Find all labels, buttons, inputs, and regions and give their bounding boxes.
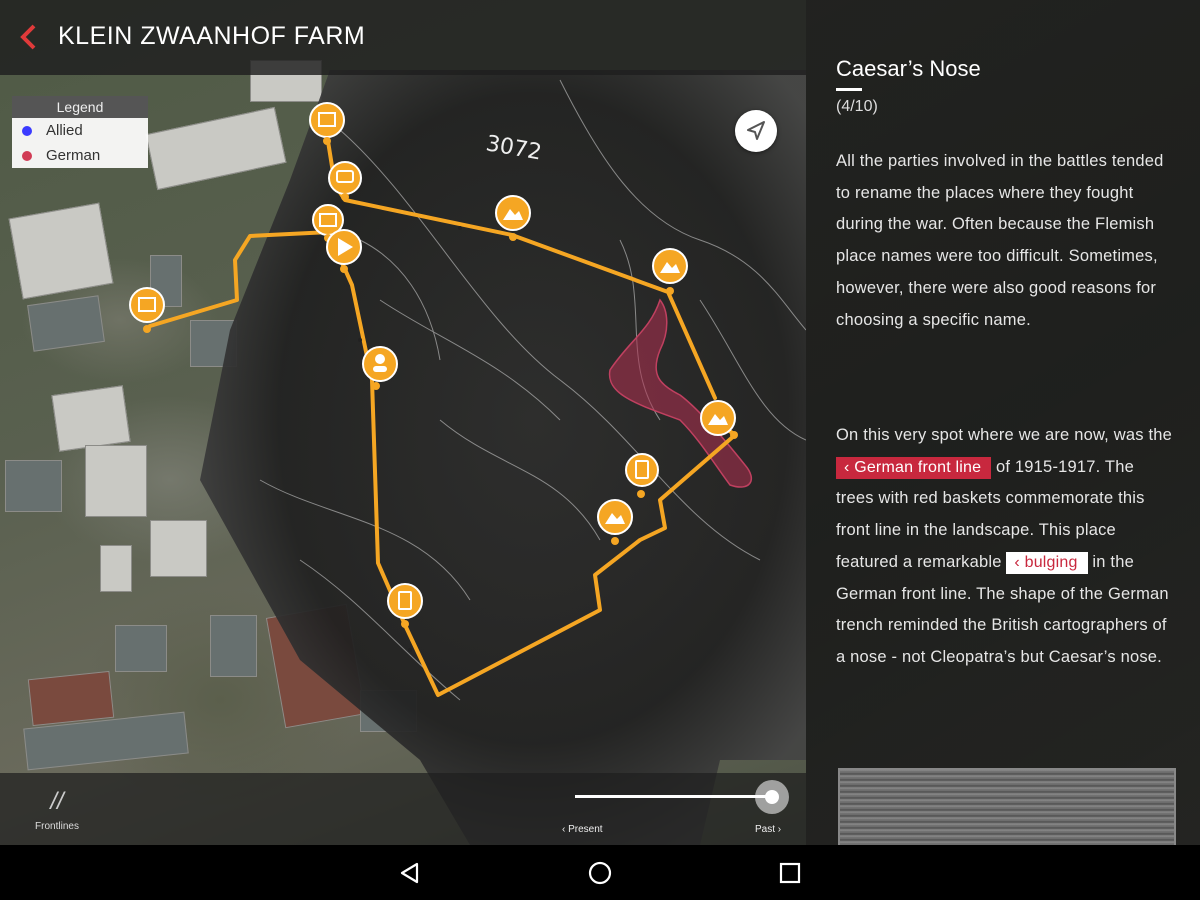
route-marker[interactable] <box>309 102 345 145</box>
route-marker[interactable] <box>129 287 165 333</box>
present-label: ‹ Present <box>562 824 603 835</box>
system-home-button[interactable] <box>586 859 614 887</box>
legend-label: Allied <box>46 122 83 139</box>
legend-title: Legend <box>12 96 148 118</box>
bulging-link[interactable]: ‹ bulging <box>1006 551 1088 574</box>
link-label: German front line <box>854 458 982 476</box>
chevron-left-icon <box>20 24 36 50</box>
link-label: bulging <box>1024 553 1078 571</box>
page-title: KLEIN ZWAANHOF FARM <box>58 22 366 50</box>
allied-dot <box>22 125 32 136</box>
legend-item-allied: Allied <box>12 118 148 143</box>
back-button[interactable] <box>18 22 48 52</box>
chevron-left-icon: ‹ <box>1014 553 1025 571</box>
time-slider-thumb[interactable] <box>755 780 789 814</box>
route-marker[interactable] <box>328 161 362 201</box>
system-recents-button[interactable] <box>776 859 804 887</box>
description-paragraph: All the parties involved in the battles … <box>836 152 1164 329</box>
route-marker[interactable] <box>625 453 659 498</box>
map-legend: Legend Allied German <box>12 96 148 168</box>
map-view[interactable]: 3072 KLEIN ZWAANHOF FARM Legend Allied G… <box>0 0 806 845</box>
archive-photo-thumbnail[interactable] <box>838 768 1176 845</box>
route-marker[interactable] <box>700 400 738 439</box>
legend-label: German <box>46 147 101 164</box>
title-underline <box>836 88 862 91</box>
route-marker[interactable] <box>652 248 688 295</box>
frontlines-icon: // <box>50 788 64 815</box>
time-slider-track[interactable] <box>575 795 773 798</box>
route-marker[interactable] <box>362 346 398 390</box>
german-front-line-link[interactable]: ‹ German front line <box>836 456 992 479</box>
frontlines-button[interactable]: // Frontlines <box>22 788 92 833</box>
past-label: Past › <box>755 824 782 835</box>
route-marker[interactable] <box>597 499 633 545</box>
paragraph-text: On this very spot where we are now, was … <box>836 426 1173 444</box>
app-header: KLEIN ZWAANHOF FARM <box>0 0 806 75</box>
frontlines-label: Frontlines <box>35 821 79 832</box>
locate-button[interactable] <box>735 110 777 152</box>
system-back-button[interactable] <box>396 859 424 887</box>
description-paragraph: On this very spot where we are now, was … <box>836 420 1176 674</box>
circle-home-icon <box>588 861 612 885</box>
route-marker[interactable] <box>326 229 362 273</box>
route-marker[interactable] <box>495 195 531 241</box>
navigation-arrow-icon <box>747 121 765 140</box>
poi-counter: (4/10) <box>836 98 878 115</box>
chevron-left-icon: ‹ <box>844 458 855 476</box>
timeline-bar: // Frontlines ‹ Present Past › <box>0 773 806 845</box>
legend-item-german: German <box>12 143 148 168</box>
german-dot <box>22 150 32 161</box>
square-recents-icon <box>779 862 801 884</box>
route-marker[interactable] <box>387 583 423 628</box>
info-panel: Caesar’s Nose (4/10) All the parties inv… <box>806 0 1200 845</box>
triangle-back-icon <box>400 862 419 884</box>
system-nav-bar <box>0 845 1200 900</box>
poi-title: Caesar’s Nose <box>836 56 981 81</box>
